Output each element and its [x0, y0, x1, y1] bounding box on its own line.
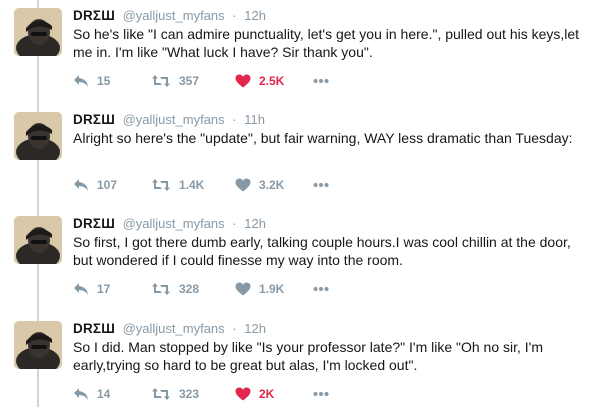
tweet-thread: DRΣШ @yalljust_myfans · 11h Alright so h…: [0, 0, 601, 407]
retweet-icon: [151, 282, 171, 296]
like-button[interactable]: 3.2K: [235, 176, 284, 194]
retweet-count: 1.4K: [179, 178, 205, 192]
reply-button[interactable]: 17: [73, 280, 110, 298]
retweet-button[interactable]: 328: [151, 280, 199, 298]
more-dots-icon: [313, 391, 329, 397]
timestamp[interactable]: 12h: [244, 321, 266, 336]
heart-icon: [235, 282, 251, 296]
more-button[interactable]: [313, 280, 329, 298]
reply-button[interactable]: 15: [73, 72, 110, 90]
tweet-header: DRΣШ @yalljust_myfans · 12h: [73, 8, 266, 26]
tweet-header: DRΣШ @yalljust_myfans · 12h: [73, 321, 266, 339]
heart-icon: [235, 74, 251, 88]
tweet[interactable]: DRΣШ @yalljust_myfans · 12h So first, I …: [0, 208, 601, 311]
separator-dot: ·: [232, 321, 237, 336]
retweet-count: 328: [179, 282, 200, 296]
heart-icon: [235, 178, 251, 192]
tweet-actions: 15 357 2.5K: [73, 72, 393, 90]
more-button[interactable]: [313, 176, 329, 194]
timestamp[interactable]: 12h: [244, 216, 266, 231]
like-count: 2.5K: [259, 74, 285, 88]
tweet[interactable]: DRΣШ @yalljust_myfans · 12h So he's like…: [0, 0, 601, 103]
reply-icon: [73, 178, 89, 192]
retweet-icon: [151, 387, 171, 401]
more-button[interactable]: [313, 72, 329, 90]
reply-count: 14: [97, 387, 111, 401]
timestamp[interactable]: 12h: [244, 8, 266, 23]
user-handle[interactable]: @yalljust_myfans: [123, 321, 225, 336]
avatar[interactable]: [14, 216, 62, 264]
reply-count: 107: [97, 178, 118, 192]
like-button[interactable]: 2K: [235, 385, 274, 403]
more-dots-icon: [313, 286, 329, 292]
like-count: 3.2K: [259, 178, 285, 192]
reply-count: 15: [97, 74, 111, 88]
reply-count: 17: [97, 282, 111, 296]
display-name[interactable]: DRΣШ: [73, 321, 115, 336]
tweet-actions: 14 323 2K: [73, 385, 393, 403]
tweet-text: Alright so here's the "update", but fair…: [73, 130, 573, 146]
separator-dot: ·: [232, 8, 237, 23]
more-dots-icon: [313, 182, 329, 188]
reply-button[interactable]: 14: [73, 385, 110, 403]
like-button[interactable]: 2.5K: [235, 72, 284, 90]
user-handle[interactable]: @yalljust_myfans: [123, 8, 225, 23]
tweet-header: DRΣШ @yalljust_myfans · 11h: [73, 112, 265, 130]
avatar[interactable]: [14, 8, 62, 56]
like-count: 2K: [259, 387, 275, 401]
timestamp[interactable]: 11h: [244, 112, 265, 127]
retweet-count: 323: [179, 387, 200, 401]
reply-button[interactable]: 107: [73, 176, 117, 194]
more-button[interactable]: [313, 385, 329, 403]
avatar[interactable]: [14, 321, 62, 369]
reply-icon: [73, 387, 89, 401]
user-handle[interactable]: @yalljust_myfans: [123, 112, 225, 127]
separator-dot: ·: [232, 216, 237, 231]
retweet-button[interactable]: 323: [151, 385, 199, 403]
tweet-text: So I did. Man stopped by like "Is your p…: [73, 339, 544, 373]
retweet-button[interactable]: 357: [151, 72, 199, 90]
tweet-text: So he's like "I can admire punctuality, …: [73, 26, 580, 60]
tweet-text: So first, I got there dumb early, talkin…: [73, 234, 571, 268]
display-name[interactable]: DRΣШ: [73, 216, 115, 231]
retweet-button[interactable]: 1.4K: [151, 176, 204, 194]
like-button[interactable]: 1.9K: [235, 280, 284, 298]
user-handle[interactable]: @yalljust_myfans: [123, 216, 225, 231]
like-count: 1.9K: [259, 282, 285, 296]
display-name[interactable]: DRΣШ: [73, 112, 115, 127]
retweet-count: 357: [179, 74, 200, 88]
tweet-actions: 17 328 1.9K: [73, 280, 393, 298]
separator-dot: ·: [232, 112, 237, 127]
reply-icon: [73, 74, 89, 88]
heart-icon: [235, 387, 251, 401]
retweet-icon: [151, 178, 171, 192]
tweet[interactable]: DRΣШ @yalljust_myfans · 12h So I did. Ma…: [0, 313, 601, 407]
reply-icon: [73, 282, 89, 296]
avatar[interactable]: [14, 112, 62, 160]
tweet-actions: 107 1.4K 3.2K: [73, 176, 393, 194]
more-dots-icon: [313, 78, 329, 84]
tweet-header: DRΣШ @yalljust_myfans · 12h: [73, 216, 266, 234]
retweet-icon: [151, 74, 171, 88]
display-name[interactable]: DRΣШ: [73, 8, 115, 23]
tweet[interactable]: DRΣШ @yalljust_myfans · 11h Alright so h…: [0, 104, 601, 207]
